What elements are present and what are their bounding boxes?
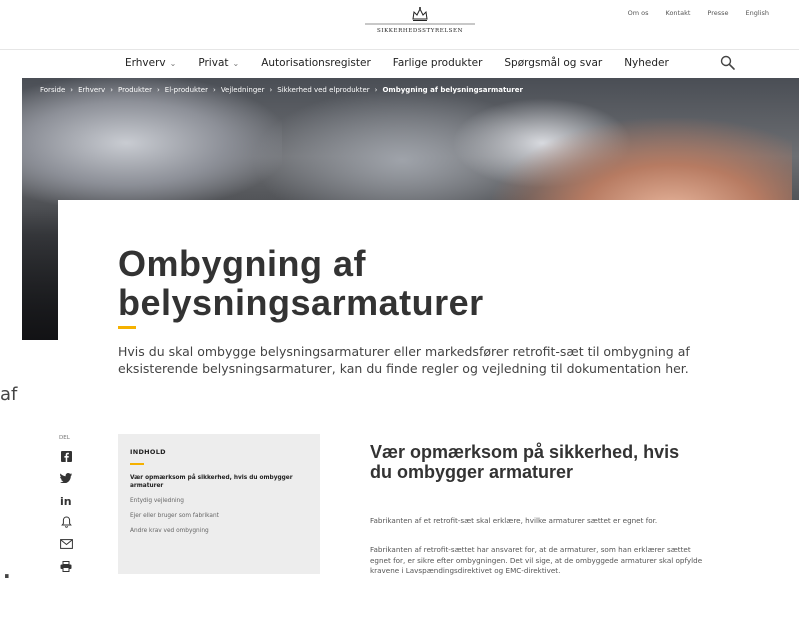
share-label: DEL <box>59 435 70 441</box>
toc-accent-bar <box>130 463 144 465</box>
util-link-kontakt[interactable]: Kontakt <box>666 9 691 17</box>
logo-text: SIKKERHEDSSTYRELSEN <box>376 28 464 34</box>
section-paragraph: Fabrikanten af retrofit-sættet har ansva… <box>370 545 703 575</box>
linkedin-icon[interactable]: in <box>59 493 73 507</box>
page-title: Ombygning af belysningsarmaturer <box>118 243 484 323</box>
nav-label: Farlige produkter <box>392 57 483 69</box>
search-icon[interactable] <box>719 54 737 72</box>
top-bar: SIKKERHEDSSTYRELSEN Om os Kontakt Presse… <box>0 0 799 50</box>
section-title: Vær opmærksom på sikkerhed, hvis du omby… <box>370 442 680 482</box>
print-icon[interactable] <box>59 559 73 573</box>
crown-icon <box>412 7 428 21</box>
section-paragraph: Fabrikanten af et retrofit-sæt skal erkl… <box>370 516 658 525</box>
facebook-icon[interactable] <box>59 449 73 463</box>
util-link-english[interactable]: English <box>746 9 769 17</box>
breadcrumb-item[interactable]: Sikkerhed ved elprodukter <box>277 86 369 94</box>
breadcrumb-item[interactable]: Produkter <box>118 86 152 94</box>
nav-item-autorisationsregister[interactable]: Autorisationsregister <box>261 57 371 69</box>
bell-icon[interactable] <box>59 515 73 529</box>
nav-label: Privat <box>198 57 229 69</box>
breadcrumb-separator: › <box>110 86 113 94</box>
util-link-om-os[interactable]: Om os <box>628 9 649 17</box>
breadcrumb-item[interactable]: Vejledninger <box>221 86 265 94</box>
breadcrumb-item[interactable]: El-produkter <box>165 86 208 94</box>
share-bar: DEL in <box>59 435 79 581</box>
nav-label: Nyheder <box>624 57 669 69</box>
hero-photo-layer <box>22 78 282 208</box>
breadcrumb-current: Ombygning af belysningsarmaturer <box>382 86 523 94</box>
toc-heading: INDHOLD <box>130 448 166 456</box>
nav-item-spoergsmaal-og-svar[interactable]: Spørgsmål og svar <box>504 57 602 69</box>
breadcrumb-separator: › <box>269 86 273 94</box>
table-of-contents: INDHOLD Vær opmærksom på sikkerhed, hvis… <box>118 434 320 574</box>
svg-text:in: in <box>60 495 72 506</box>
nav-item-erhverv[interactable]: Erhverv ⌄ <box>125 57 176 69</box>
breadcrumb-item[interactable]: Forside <box>40 86 65 94</box>
title-accent-bar <box>118 326 136 329</box>
site-logo[interactable]: SIKKERHEDSSTYRELSEN <box>365 6 475 44</box>
toc-item[interactable]: Ejer eller bruger som fabrikant <box>130 512 308 520</box>
breadcrumb-separator: › <box>156 86 160 94</box>
nav-item-farlige-produkter[interactable]: Farlige produkter <box>393 57 483 69</box>
nav-item-privat[interactable]: Privat ⌄ <box>198 57 239 69</box>
nav-item-nyheder[interactable]: Nyheder <box>624 57 669 69</box>
nav-label: Erhverv <box>125 57 166 69</box>
breadcrumb-item[interactable]: Erhverv <box>78 86 105 94</box>
nav-label: Autorisationsregister <box>261 57 371 69</box>
toc-item[interactable]: Andre krav ved ombygning <box>130 527 308 535</box>
lead-paragraph: Hvis du skal ombygge belysningsarmaturer… <box>118 344 690 376</box>
breadcrumb-separator: › <box>374 86 378 94</box>
nav-label: Spørgsmål og svar <box>504 57 603 69</box>
util-link-presse[interactable]: Presse <box>707 9 728 17</box>
chevron-down-icon: ⌄ <box>232 58 240 68</box>
mail-icon[interactable] <box>59 537 73 551</box>
toc-item[interactable]: Entydig vejledning <box>130 497 308 505</box>
logo-rule <box>365 23 475 25</box>
edge-text-fragment: af <box>0 384 18 405</box>
main-nav: Erhverv ⌄ Privat ⌄ Autorisationsregister F… <box>0 50 799 78</box>
breadcrumb-separator: › <box>70 86 74 94</box>
toc-item[interactable]: Vær opmærksom på sikkerhed, hvis du omby… <box>130 474 308 490</box>
chevron-down-icon: ⌄ <box>169 58 177 68</box>
twitter-icon[interactable] <box>59 471 73 485</box>
breadcrumb: Forside › Erhverv › Produkter › El-produkte… <box>40 86 523 94</box>
edge-text-fragment: . <box>3 559 11 583</box>
utility-links: Om os Kontakt Presse English <box>628 9 769 17</box>
breadcrumb-separator: › <box>213 86 216 94</box>
